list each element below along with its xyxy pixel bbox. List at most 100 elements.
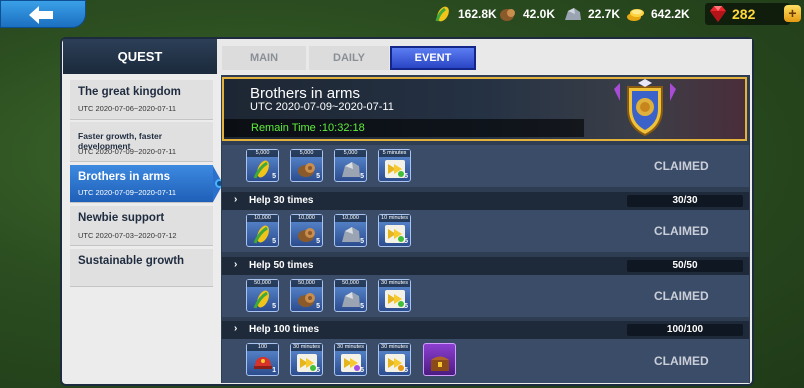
corn-icon — [253, 225, 269, 244]
reward-slot-stone[interactable]: 10,000 5 — [334, 214, 367, 247]
reward-slot-stone[interactable]: 5,000 5 — [334, 149, 367, 182]
resource-value: 42.0K — [523, 7, 556, 21]
claimed-status[interactable]: CLAIMED — [654, 354, 709, 368]
task-header: › Help 30 times 30/30 — [222, 192, 749, 210]
chevron-right-icon: › — [234, 194, 238, 205]
lion-shield-badge-icon — [614, 79, 676, 137]
reward-amount: 10,000 — [291, 215, 322, 222]
reward-amount: 30 minutes — [379, 280, 410, 287]
quest-item-faster-growth[interactable]: Faster growth, faster development UTC 20… — [70, 122, 213, 162]
reward-count: 5 — [316, 173, 320, 180]
reward-slot-corn[interactable]: 50,000 5 — [246, 279, 279, 312]
reward-count: 5 — [272, 173, 276, 180]
quest-item-sustainable-growth[interactable]: Sustainable growth — [70, 249, 213, 287]
reward-amount: 5,000 — [335, 150, 366, 157]
quest-title: Brothers in arms — [78, 171, 171, 183]
reward-amount: 50,000 — [335, 280, 366, 287]
event-date: UTC 2020-07-09~2020-07-11 — [250, 101, 394, 113]
reward-count: 5 — [316, 238, 320, 245]
reward-slot-speedup[interactable]: 30 minutes 5 — [290, 343, 323, 376]
stone-icon — [342, 162, 360, 177]
chevron-right-icon: › — [234, 259, 238, 270]
corn-icon — [253, 160, 269, 179]
reward-amount: 50,000 — [291, 280, 322, 287]
reward-amount: 10 minutes — [379, 215, 410, 222]
resource-wood[interactable]: 42.0K — [498, 4, 555, 24]
task-progress: 100/100 — [627, 324, 743, 336]
reward-slot-corn[interactable]: 5,000 5 — [246, 149, 279, 182]
wood-icon — [298, 228, 315, 242]
speedup-icon — [297, 354, 317, 372]
task-header: › Help 50 times 50/50 — [222, 257, 749, 275]
quest-item-brothers-in-arms[interactable]: Brothers in arms UTC 2020-07-09~2020-07-… — [70, 165, 213, 203]
reward-count: 5 — [316, 303, 320, 310]
speedup-icon — [385, 160, 405, 178]
quest-date: UTC 2020-07-09~2020-07-11 — [78, 188, 177, 197]
reward-slot-speedup[interactable]: 10 minutes 5 — [378, 214, 411, 247]
reward-amount: 100 — [247, 344, 278, 351]
reward-slot-wood[interactable]: 5,000 5 — [290, 149, 323, 182]
reward-count: 5 — [272, 238, 276, 245]
reward-count: 5 — [316, 367, 320, 374]
reward-slot-wood[interactable]: 50,000 5 — [290, 279, 323, 312]
stone-icon — [342, 227, 360, 242]
resource-corn[interactable]: 162.8K — [433, 4, 497, 24]
quest-item-newbie-support[interactable]: Newbie support UTC 2020-07-03~2020-07-12 — [70, 206, 213, 246]
resource-stone[interactable]: 22.7K — [563, 4, 620, 24]
task-progress: 30/30 — [627, 195, 743, 207]
tab-event[interactable]: EVENT — [390, 46, 476, 70]
reward-slot-speedup-gold[interactable]: 30 minutes 5 — [378, 343, 411, 376]
reward-count: 5 — [360, 238, 364, 245]
reward-slot-speedup[interactable]: 5 minutes 5 — [378, 149, 411, 182]
reward-slot-speedup[interactable]: 30 minutes 5 — [378, 279, 411, 312]
speedup-icon — [385, 225, 405, 243]
reward-slot-helmet[interactable]: 100 1 — [246, 343, 279, 376]
panel-title: QUEST — [63, 39, 217, 74]
wood-icon — [298, 293, 315, 307]
add-gems-button[interactable]: + — [784, 5, 801, 22]
reward-slot-chest[interactable] — [423, 343, 456, 376]
claimed-status[interactable]: CLAIMED — [654, 289, 709, 303]
back-arrow-icon — [29, 6, 53, 24]
claimed-status[interactable]: CLAIMED — [654, 224, 709, 238]
quest-item-great-kingdom[interactable]: The great kingdom UTC 2020-07-06~2020-07… — [70, 80, 213, 120]
speedup-icon — [385, 290, 405, 308]
quest-date: UTC 2020-07-06~2020-07-11 — [78, 104, 177, 113]
reward-slot-wood[interactable]: 10,000 5 — [290, 214, 323, 247]
quest-title: The great kingdom — [78, 86, 181, 98]
task-header: › Help 100 times 100/100 — [222, 321, 749, 339]
reward-slot-stone[interactable]: 50,000 5 — [334, 279, 367, 312]
gem-value: 282 — [732, 6, 756, 22]
reward-amount: 50,000 — [247, 280, 278, 287]
reward-amount: 30 minutes — [335, 344, 366, 351]
reward-slot-speedup-purple[interactable]: 30 minutes 5 — [334, 343, 367, 376]
task-label: Help 50 times — [249, 260, 314, 271]
tab-main[interactable]: MAIN — [222, 46, 306, 70]
corn-icon — [435, 6, 449, 22]
quest-title: Sustainable growth — [78, 255, 185, 267]
reward-amount: 30 minutes — [379, 344, 410, 351]
stone-icon — [565, 8, 581, 20]
resource-value: 162.8K — [458, 7, 497, 21]
reward-slot-corn[interactable]: 10,000 5 — [246, 214, 279, 247]
chevron-right-icon: › — [234, 323, 238, 334]
task-label: Help 100 times — [249, 324, 320, 335]
reward-count: 5 — [404, 173, 408, 180]
quest-date: UTC 2020-07-03~2020-07-12 — [78, 231, 177, 240]
reward-amount: 30 minutes — [291, 344, 322, 351]
resource-gold[interactable]: 642.2K — [626, 4, 690, 24]
stone-icon — [342, 292, 360, 307]
reward-count: 5 — [272, 303, 276, 310]
corn-icon — [253, 290, 269, 309]
chest-icon — [431, 356, 449, 371]
reward-count: 5 — [404, 367, 408, 374]
back-button[interactable] — [0, 0, 86, 28]
reward-count: 5 — [404, 238, 408, 245]
task-label: Help 30 times — [249, 195, 314, 206]
wood-icon — [298, 163, 315, 177]
tab-daily[interactable]: DAILY — [309, 46, 389, 70]
remain-time: Remain Time :10:32:18 — [251, 122, 365, 134]
claimed-status[interactable]: CLAIMED — [654, 159, 709, 173]
resource-value: 642.2K — [651, 7, 690, 21]
reward-amount: 5 minutes — [379, 150, 410, 157]
